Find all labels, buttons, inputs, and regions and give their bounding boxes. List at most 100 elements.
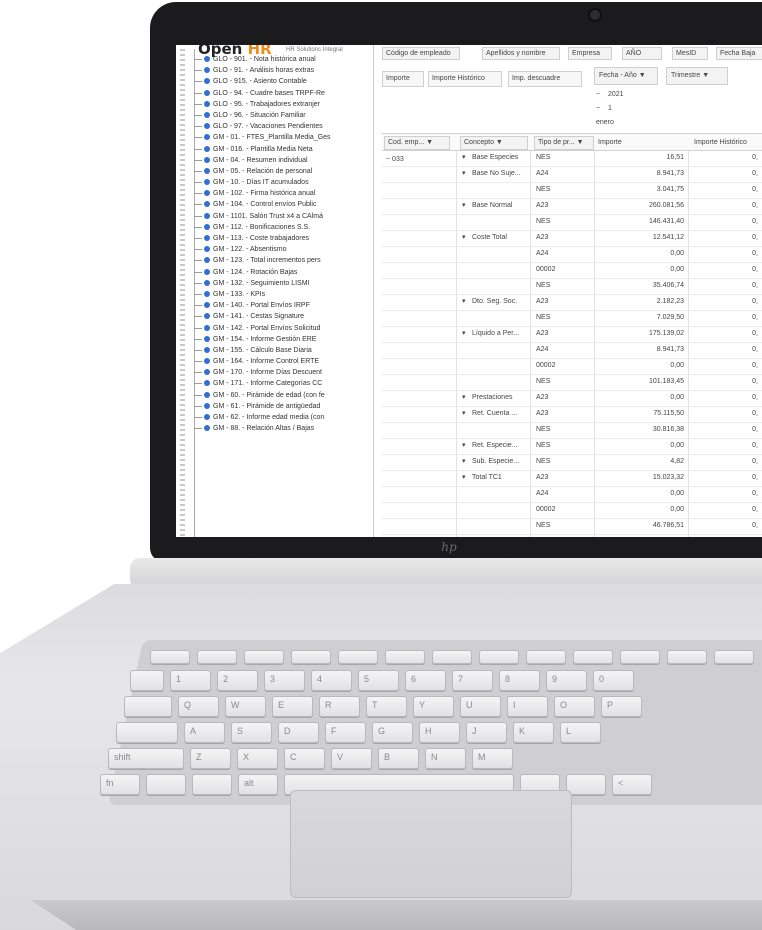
table-row[interactable]: NES 146.431,40 0, — [382, 215, 762, 231]
table-row[interactable]: ▾ Ret. Especie... NES 0,00 0, — [382, 439, 762, 455]
table-row[interactable]: ▾ Coste Total A23 12.541,12 0, — [382, 231, 762, 247]
report-tree-item[interactable]: GM - 170. - Informe Días Descuent — [176, 367, 373, 378]
function-key[interactable] — [667, 650, 707, 664]
data-field-amount[interactable]: Importe — [382, 71, 424, 87]
function-key[interactable] — [573, 650, 613, 664]
function-key[interactable] — [479, 650, 519, 664]
expand-icon[interactable]: ▾ — [462, 407, 472, 421]
report-tree-item[interactable]: GM - 05. - Relación de personal — [176, 166, 373, 177]
function-key[interactable] — [714, 650, 754, 664]
report-tree-item[interactable]: GLO - 95. - Trabajadores extranjer — [176, 99, 373, 110]
key-a[interactable]: A — [184, 722, 225, 743]
key-x[interactable]: X — [237, 748, 278, 769]
report-tree-item[interactable]: GM - 102. - Firma histórica anual — [176, 188, 373, 199]
key-e[interactable]: E — [272, 696, 313, 717]
report-tree-item[interactable]: GM - 113. - Coste trabajadores — [176, 233, 373, 244]
function-key[interactable] — [620, 650, 660, 664]
key-tab[interactable] — [124, 696, 172, 717]
key-7[interactable]: 7 — [452, 670, 493, 691]
report-tree-item[interactable]: GM - 10. - Días IT acumulados — [176, 177, 373, 188]
expand-icon[interactable]: ▾ — [462, 327, 472, 341]
expand-icon[interactable]: ▾ — [462, 151, 472, 165]
table-row[interactable]: ▾ Líquido a Per... A23 175.139,02 0, — [382, 327, 762, 343]
expand-icon[interactable]: ▾ — [462, 167, 472, 181]
key-h[interactable]: H — [419, 722, 460, 743]
data-field-historic-amount[interactable]: Importe Histórico — [428, 71, 502, 87]
report-tree-item[interactable]: GM - 123. - Total incrementos pers — [176, 255, 373, 266]
key-0[interactable]: 0 — [593, 670, 634, 691]
key-q[interactable]: Q — [178, 696, 219, 717]
key-j[interactable]: J — [466, 722, 507, 743]
table-row[interactable]: ▾ Ret. Cuenta ... A23 75.115,50 0, — [382, 407, 762, 423]
table-row[interactable]: A24 8.941,73 0, — [382, 343, 762, 359]
table-row[interactable]: A24 0,00 0, — [382, 487, 762, 503]
key-6[interactable]: 6 — [405, 670, 446, 691]
key-k[interactable]: K — [513, 722, 554, 743]
table-row[interactable]: ▾ Base Especies NES 16,51 0, — [382, 151, 762, 167]
key-ctrl-left[interactable] — [146, 774, 186, 795]
windows-key[interactable] — [192, 774, 232, 795]
key-ctrl-right[interactable] — [566, 774, 606, 795]
table-row[interactable]: NES 30.816,38 0, — [382, 423, 762, 439]
table-row[interactable]: ▾ Total TC1 A23 15.023,32 0, — [382, 471, 762, 487]
key-8[interactable]: 8 — [499, 670, 540, 691]
table-row[interactable]: ▾ Base No Suje... A24 8.941,73 0, — [382, 167, 762, 183]
key-v[interactable]: V — [331, 748, 372, 769]
expand-icon[interactable]: ▾ — [462, 471, 472, 485]
key-d[interactable]: D — [278, 722, 319, 743]
table-row[interactable]: A24 0,00 0, — [382, 247, 762, 263]
table-row[interactable]: ▾ Base Normal A23 260.081,56 0, — [382, 199, 762, 215]
table-row[interactable]: 00002 0,00 0, — [382, 503, 762, 519]
key-n[interactable]: N — [425, 748, 466, 769]
function-key[interactable] — [338, 650, 378, 664]
key-w[interactable]: W — [225, 696, 266, 717]
report-tree-item[interactable]: GLO - 97. - Vacaciones Pendientes — [176, 121, 373, 132]
function-key[interactable] — [150, 650, 190, 664]
table-row[interactable]: NES 35.406,74 0, — [382, 279, 762, 295]
table-row[interactable]: ▾ Dto. Seg. Soc. A23 2.182,23 0, — [382, 295, 762, 311]
key-9[interactable]: 9 — [546, 670, 587, 691]
expand-icon[interactable]: ▾ — [462, 199, 472, 213]
table-row[interactable]: ▾ Prestaciones A23 0,00 0, — [382, 391, 762, 407]
field-company[interactable]: Empresa — [568, 47, 612, 60]
row-field-employee[interactable]: Cod. emp... ▼ — [384, 136, 450, 150]
table-row[interactable]: NES 7.029,50 0, — [382, 311, 762, 327]
key-m[interactable]: M — [472, 748, 513, 769]
key-f[interactable]: F — [325, 722, 366, 743]
report-tree-item[interactable]: GM - 132. - Seguimiento LISMI — [176, 278, 373, 289]
report-tree-item[interactable]: GM - 112. - Bonificaciones S.S. — [176, 222, 373, 233]
field-year[interactable]: AÑO — [622, 47, 662, 60]
expand-icon[interactable]: ▾ — [462, 391, 472, 405]
field-employee-code[interactable]: Código de empleado — [382, 47, 460, 60]
expand-icon[interactable]: ▾ — [462, 231, 472, 245]
key-c[interactable]: C — [284, 748, 325, 769]
expand-icon[interactable]: ▾ — [462, 455, 472, 469]
report-tree-item[interactable]: GLO - 91. - Análisis horas extras — [176, 65, 373, 76]
data-field-mismatch[interactable]: Imp. descuadre — [508, 71, 582, 87]
field-termination-date[interactable]: Fecha Baja — [716, 47, 762, 60]
key-tilde[interactable] — [130, 670, 164, 691]
key-shift-left[interactable]: shift — [108, 748, 184, 769]
table-row[interactable]: NES 101.183,45 0, — [382, 375, 762, 391]
table-row[interactable]: NES 46.786,51 0, — [382, 519, 762, 535]
report-tree-item[interactable]: GM - 155. - Cálculo Base Diaria — [176, 345, 373, 356]
report-tree-item[interactable]: GM - 04. - Resumen individual — [176, 155, 373, 166]
table-row[interactable]: NES 3.041,75 0, — [382, 183, 762, 199]
function-key[interactable] — [432, 650, 472, 664]
key-4[interactable]: 4 — [311, 670, 352, 691]
report-tree-item[interactable]: GLO - 901. - Nota histórica anual — [176, 54, 373, 65]
column-quarter-value[interactable]: −1 — [382, 103, 762, 115]
key-b[interactable]: B — [378, 748, 419, 769]
column-field-year[interactable]: Fecha - Año ▼ — [594, 67, 658, 85]
key-caps-lock[interactable] — [116, 722, 178, 743]
key-i[interactable]: I — [507, 696, 548, 717]
key-arrow-left[interactable]: < — [612, 774, 652, 795]
column-year-value[interactable]: −2021 — [382, 89, 762, 101]
report-tree-item[interactable]: GM - 164. - Informe Control ERTE — [176, 356, 373, 367]
touchpad[interactable] — [290, 790, 572, 898]
field-month-id[interactable]: MesID — [672, 47, 708, 60]
report-tree-item[interactable]: GM - 1101. Salón Trust x4 a CAlmá — [176, 211, 373, 222]
key-y[interactable]: Y — [413, 696, 454, 717]
report-tree-item[interactable]: GM - 61. - Pirámide de antigüedad — [176, 401, 373, 412]
function-key[interactable] — [526, 650, 566, 664]
